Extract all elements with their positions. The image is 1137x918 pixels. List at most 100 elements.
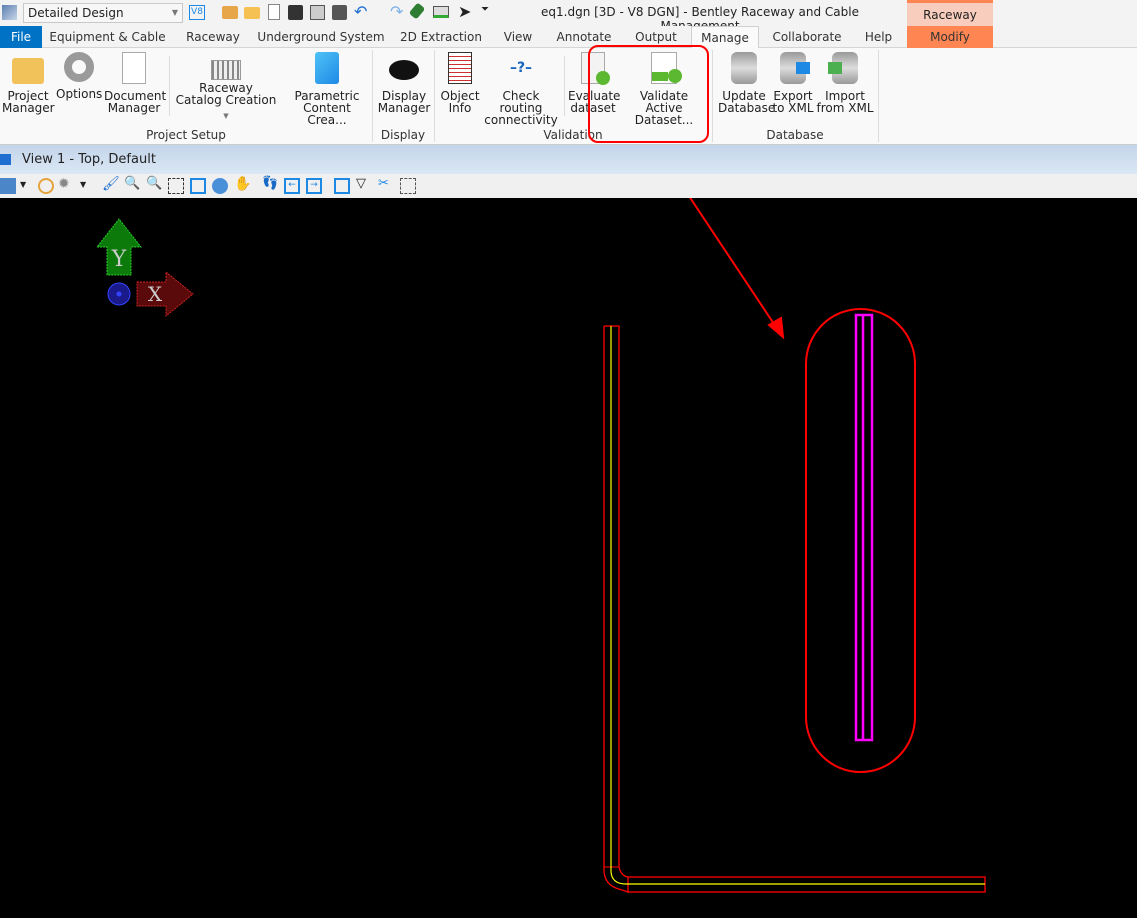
chevron-down-icon: ▼ bbox=[223, 112, 229, 120]
tab-collaborate[interactable]: Collaborate bbox=[765, 26, 849, 48]
fit-view-icon[interactable] bbox=[190, 178, 206, 194]
import-from-xml-button[interactable]: Import from XML bbox=[816, 52, 874, 114]
save-settings-icon[interactable] bbox=[310, 5, 325, 20]
raceway-element[interactable] bbox=[603, 325, 986, 893]
button-label: Options bbox=[56, 87, 103, 101]
view-title: View 1 - Top, Default bbox=[22, 152, 156, 167]
workflow-value: Detailed Design bbox=[28, 6, 124, 20]
copy-view-icon[interactable] bbox=[334, 178, 350, 194]
ribbon-panel: Project Manager Options Document Manager R… bbox=[0, 48, 1137, 145]
view-rotation-axes: Y X bbox=[95, 218, 194, 318]
update-view-icon[interactable]: 🖌 bbox=[102, 176, 120, 192]
print-icon[interactable] bbox=[433, 6, 449, 18]
check-routing-connectivity-button[interactable]: –?– Check routing connectivity bbox=[482, 52, 560, 126]
project-manager-button[interactable]: Project Manager bbox=[2, 52, 55, 114]
customize-icon[interactable]: ⏷ bbox=[481, 4, 489, 15]
app-icon[interactable] bbox=[2, 5, 17, 20]
gear-icon bbox=[64, 52, 94, 82]
previous-view-icon[interactable]: ← bbox=[284, 178, 300, 194]
separator bbox=[564, 56, 565, 116]
open-project-icon[interactable] bbox=[222, 6, 238, 19]
v8-icon[interactable]: V8 bbox=[189, 5, 205, 20]
workflow-select[interactable]: Detailed Design ▼ bbox=[23, 3, 183, 23]
display-style-icon[interactable] bbox=[38, 178, 54, 194]
next-view-icon[interactable]: → bbox=[306, 178, 322, 194]
clip-volume-icon[interactable]: ✂ bbox=[378, 176, 394, 192]
button-label: Manager bbox=[107, 101, 161, 115]
tab-equipment-cable[interactable]: Equipment & Cable bbox=[45, 26, 170, 48]
folder-briefcase-icon bbox=[12, 58, 44, 84]
separator bbox=[169, 56, 170, 116]
routing-question-icon: –?– bbox=[509, 60, 533, 76]
database-sync-icon bbox=[731, 52, 757, 84]
view-title-bar: View 1 - Top, Default bbox=[0, 145, 1137, 174]
rotate-view-icon[interactable] bbox=[212, 178, 228, 194]
zoom-in-icon[interactable]: 🔍 bbox=[124, 176, 140, 192]
annotation-arrow bbox=[689, 198, 777, 328]
database-export-icon bbox=[780, 52, 810, 84]
chevron-down-icon[interactable]: ▼ bbox=[20, 180, 36, 196]
selected-element[interactable] bbox=[854, 313, 874, 742]
tab-view[interactable]: View bbox=[497, 26, 539, 48]
context-tab-header: Raceway Tools bbox=[907, 0, 993, 46]
catalog-icon bbox=[211, 60, 241, 80]
export-to-xml-button[interactable]: Export to XML bbox=[771, 52, 815, 114]
document-manager-button[interactable]: Document Manager bbox=[104, 52, 166, 115]
update-database-button[interactable]: Update Database bbox=[718, 52, 776, 115]
drawing-canvas[interactable]: Y X bbox=[0, 198, 1137, 918]
view-attributes-icon[interactable] bbox=[0, 178, 16, 194]
pin-icon[interactable] bbox=[408, 2, 426, 20]
parametric-pencil-icon bbox=[315, 52, 339, 84]
tab-file[interactable]: File bbox=[0, 26, 42, 48]
button-label: Catalog Creation bbox=[175, 93, 277, 107]
tab-raceway[interactable]: Raceway bbox=[176, 26, 250, 48]
button-label: Manager bbox=[377, 101, 431, 115]
window-area-icon[interactable] bbox=[168, 178, 184, 194]
pan-hand-icon[interactable]: ✋ bbox=[234, 176, 251, 192]
undo-icon[interactable]: ↶ bbox=[354, 2, 367, 21]
button-label: from XML bbox=[816, 101, 874, 115]
y-axis-label: Y bbox=[111, 247, 127, 272]
view-toolbar: ▼ ✹ ▼ 🖌 🔍 🔍 ✋ 👣 ← → ▽ ✂ bbox=[0, 174, 1137, 198]
chevron-down-icon: ▼ bbox=[171, 8, 178, 17]
button-label: connectivity bbox=[484, 113, 558, 127]
button-label: to XML bbox=[772, 101, 814, 115]
object-info-button[interactable]: Object Info bbox=[439, 52, 481, 114]
options-button[interactable]: Options bbox=[56, 52, 102, 100]
tab-modify[interactable]: Modify bbox=[907, 26, 993, 48]
view-cube-icon bbox=[0, 154, 11, 165]
group-label-display: Display bbox=[380, 128, 426, 142]
lighting-icon[interactable]: ✹ bbox=[58, 176, 74, 192]
button-label: Database bbox=[718, 101, 776, 115]
select-cursor-icon[interactable]: ➤ bbox=[458, 2, 471, 21]
document-briefcase-icon bbox=[122, 52, 146, 84]
chevron-down-icon[interactable]: ▼ bbox=[80, 180, 96, 196]
clip-mask-icon[interactable] bbox=[400, 178, 416, 194]
button-label: Info bbox=[448, 101, 472, 115]
object-info-icon bbox=[448, 52, 472, 84]
button-label: Content Crea... bbox=[303, 101, 351, 127]
view-display-mode-icon[interactable]: ▽ bbox=[356, 176, 372, 192]
highlight-capsule bbox=[805, 308, 916, 773]
validate-highlight-box bbox=[588, 45, 709, 143]
parametric-content-creator-button[interactable]: Parametric Content Crea... bbox=[284, 52, 370, 126]
walk-icon[interactable]: 👣 bbox=[262, 176, 278, 192]
tab-2d-extraction[interactable]: 2D Extraction bbox=[395, 26, 487, 48]
x-axis-arrow bbox=[136, 270, 194, 318]
eye-icon bbox=[389, 60, 419, 80]
raceway-catalog-creation-button[interactable]: Raceway Catalog Creation ▼ bbox=[174, 52, 278, 122]
zoom-out-icon[interactable]: 🔍 bbox=[146, 176, 162, 192]
x-axis-label: X bbox=[148, 282, 163, 306]
display-manager-button[interactable]: Display Manager bbox=[377, 52, 431, 114]
new-file-icon[interactable] bbox=[268, 4, 280, 20]
annotation bbox=[689, 198, 916, 773]
group-separator bbox=[878, 50, 879, 142]
tab-underground-system[interactable]: Underground System bbox=[257, 26, 385, 48]
compress-icon[interactable] bbox=[332, 5, 347, 20]
tab-help[interactable]: Help bbox=[856, 26, 901, 48]
save-icon[interactable] bbox=[288, 5, 303, 20]
redo-icon[interactable]: ↷ bbox=[390, 2, 403, 21]
database-import-icon bbox=[828, 52, 858, 84]
open-folder-icon[interactable] bbox=[244, 7, 260, 19]
group-label-database: Database bbox=[766, 128, 824, 142]
